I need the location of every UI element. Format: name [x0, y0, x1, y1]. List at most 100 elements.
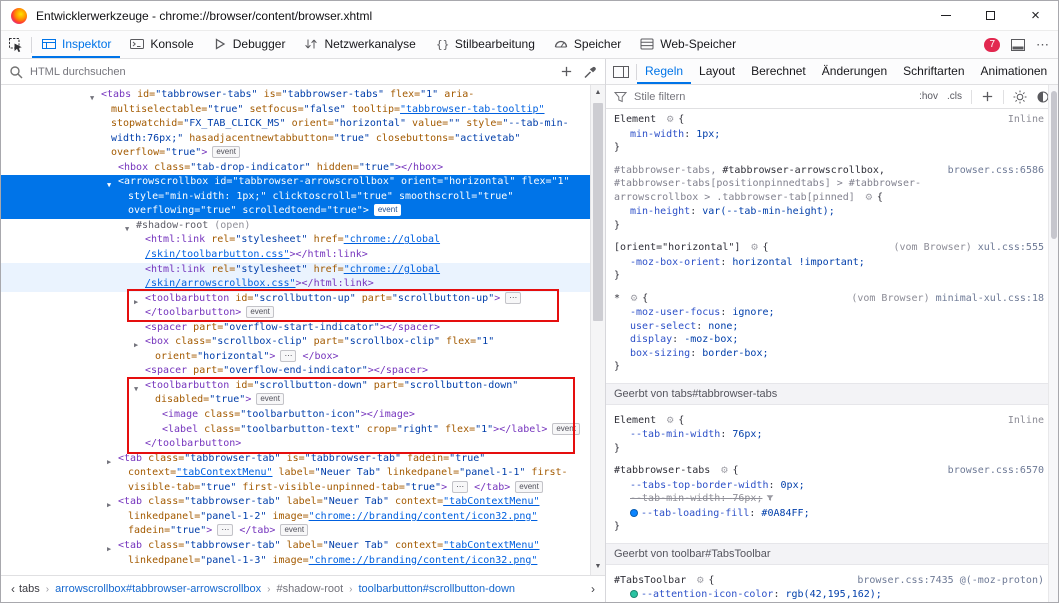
markup-line[interactable]: overflow="true">event [1, 146, 590, 161]
css-declaration[interactable]: --tab-min-width: 76px; [614, 492, 1048, 507]
rules-list[interactable]: Element ⚙{Inlinemin-width: 1px;} #tabbrow… [606, 109, 1048, 602]
close-button[interactable]: × [1013, 1, 1058, 31]
css-rule[interactable]: #TabsToolbar ⚙{browser.css:7435 @(-moz-p… [614, 574, 1048, 603]
event-badge[interactable]: event [515, 481, 543, 493]
sidebar-tab-regeln[interactable]: Regeln [637, 59, 691, 84]
more-nodes-badge[interactable]: ⋯ [280, 350, 296, 362]
sidebar-tab-layout[interactable]: Layout [691, 59, 743, 84]
css-declaration[interactable]: -moz-box-orient: horizontal !important; [614, 256, 1048, 270]
markup-line[interactable]: <hbox class="tab-drop-indicator" hidden=… [1, 161, 590, 176]
sidebar-tab-berechnet[interactable]: Berechnet [743, 59, 814, 84]
scroll-up-arrow-icon[interactable]: ▲ [591, 86, 605, 100]
markup-line[interactable]: style="min-width: 1px;" clicktoscroll="t… [1, 190, 590, 205]
markup-line[interactable]: visible-tab="true" first-visible-unpinne… [1, 481, 590, 496]
maximize-button[interactable] [968, 1, 1013, 31]
markup-line[interactable]: <html:link rel="stylesheet" href="chrome… [1, 263, 590, 278]
markup-line[interactable]: <spacer part="overflow-end-indicator"></… [1, 364, 590, 379]
markup-line[interactable]: </toolbarbutton>event [1, 306, 590, 321]
markup-line[interactable]: ▶<toolbarbutton id="scrollbutton-up" par… [1, 292, 590, 307]
class-toggle[interactable]: .cls [947, 91, 962, 102]
css-declaration[interactable]: display: -moz-box; [614, 333, 1048, 347]
markup-line[interactable]: overflowing="true" scrolledtoend="true">… [1, 204, 590, 219]
style-filter-input[interactable]: Stile filtern [634, 91, 912, 103]
more-nodes-badge[interactable]: ⋯ [505, 292, 521, 304]
split-console-icon[interactable] [1010, 37, 1026, 53]
add-rule-button[interactable] [981, 90, 994, 103]
scrollbar-thumb[interactable] [593, 103, 603, 321]
markup-search-bar[interactable]: HTML durchsuchen [1, 59, 605, 85]
gear-icon[interactable]: ⚙ [666, 416, 674, 426]
tab-debugger[interactable]: Debugger [203, 31, 295, 58]
css-declaration[interactable]: --tabs-top-border-width: 0px; [614, 479, 1048, 493]
event-badge[interactable]: event [374, 204, 402, 216]
gear-icon[interactable]: ⚙ [666, 115, 674, 125]
markup-line[interactable]: fadein="true">⋯ </tab>event [1, 524, 590, 539]
css-declaration[interactable]: min-width: 1px; [614, 128, 1048, 142]
node-picker-button[interactable] [1, 31, 31, 58]
markup-view[interactable]: ▼<tabs id="tabbrowser-tabs" is="tabbrows… [1, 85, 590, 575]
sidebar-tab-änderungen[interactable]: Änderungen [814, 59, 895, 84]
css-rule[interactable]: #tabbrowser-tabs ⚙{browser.css:6570--tab… [614, 464, 1048, 534]
markup-line[interactable]: <label class="toolbarbutton-text" crop="… [1, 423, 590, 438]
markup-line[interactable]: orient="horizontal">⋯ </box> [1, 350, 590, 365]
markup-line[interactable]: stopwatchid="FX_TAB_CLICK_MS" orient="ho… [1, 117, 590, 132]
css-declaration[interactable]: min-height: var(--tab-min-height); [614, 205, 1048, 219]
markup-line[interactable]: ▶<tab class="tabbrowser-tab" is="tabbrow… [1, 452, 590, 467]
markup-line[interactable]: ▼<tabs id="tabbrowser-tabs" is="tabbrows… [1, 88, 590, 103]
event-badge[interactable]: event [212, 146, 240, 158]
css-rule[interactable]: #tabbrowser-tabs, #tabbrowser-arrowscrol… [614, 164, 1048, 233]
css-declaration[interactable]: user-select: none; [614, 320, 1048, 334]
eyedropper-button[interactable] [583, 65, 597, 79]
markup-line[interactable]: ▶<box class="scrollbox-clip" part="scrol… [1, 335, 590, 350]
css-rule[interactable]: * ⚙{(vom Browser) minimal-xul.css:18-moz… [614, 292, 1048, 374]
css-declaration[interactable]: --tab-min-width: 76px; [614, 428, 1048, 442]
breadcrumb-item[interactable]: #shadow-root [277, 583, 344, 595]
error-count-badge[interactable]: 7 [984, 38, 1000, 52]
css-declaration[interactable]: box-sizing: border-box; [614, 347, 1048, 361]
gear-icon[interactable]: ⚙ [720, 466, 728, 476]
search-input[interactable]: HTML durchsuchen [30, 66, 553, 78]
more-nodes-badge[interactable]: ⋯ [217, 524, 233, 536]
tab-konsole[interactable]: Konsole [120, 31, 202, 58]
sidebar-tab-schriftarten[interactable]: Schriftarten [895, 59, 972, 84]
sidebar-tab-animationen[interactable]: Animationen [973, 59, 1056, 84]
markup-line[interactable]: ▶<tab class="tabbrowser-tab" label="Neue… [1, 495, 590, 510]
breadcrumb-scroll-right[interactable]: › [587, 582, 599, 596]
css-rule[interactable]: Element ⚙{Inline--tab-min-width: 76px;} [614, 414, 1048, 456]
color-swatch[interactable] [630, 509, 638, 517]
three-pane-toggle-button[interactable] [606, 59, 636, 84]
markup-line[interactable]: /skin/toolbarbutton.css"></html:link> [1, 248, 590, 263]
markup-line[interactable]: ▼<toolbarbutton id="scrollbutton-down" p… [1, 379, 590, 394]
css-rule[interactable]: Element ⚙{Inlinemin-width: 1px;} [614, 113, 1048, 155]
css-declaration[interactable]: -moz-user-focus: ignore; [614, 306, 1048, 320]
stylesheet-link[interactable]: browser.css:6586 [948, 165, 1044, 176]
tab-web-speicher[interactable]: Web-Speicher [630, 31, 745, 58]
color-swatch[interactable] [630, 590, 638, 598]
markup-line[interactable]: linkedpanel="panel-1-3" image="chrome://… [1, 554, 590, 569]
markup-line[interactable]: </toolbarbutton> [1, 437, 590, 452]
stylesheet-link[interactable]: browser.css:7435 [857, 575, 953, 586]
stylesheet-link[interactable]: minimal-xul.css:18 [936, 293, 1044, 304]
pseudo-class-toggle[interactable]: :hov [919, 91, 938, 102]
markup-line[interactable]: width:76px;" hasadjacentnewtabbutton="tr… [1, 132, 590, 147]
minimize-button[interactable] [923, 1, 968, 31]
markup-line[interactable]: ▼#shadow-root (open) [1, 219, 590, 234]
markup-line[interactable]: <spacer part="overflow-start-indicator">… [1, 321, 590, 336]
gear-icon[interactable]: ⚙ [750, 243, 758, 253]
markup-line[interactable]: <html:link rel="stylesheet" href="chrome… [1, 233, 590, 248]
markup-line[interactable]: ▼<arrowscrollbox id="tabbrowser-arrowscr… [1, 175, 590, 190]
css-declaration[interactable]: --tab-loading-fill: #0A84FF; [614, 507, 1048, 521]
stylesheet-link[interactable]: xul.css:555 [978, 242, 1044, 253]
css-declaration[interactable]: --attention-icon-color: rgb(42,195,162); [614, 588, 1048, 602]
rules-scrollbar[interactable] [1048, 85, 1058, 602]
markup-line[interactable]: disabled="true">event [1, 393, 590, 408]
more-nodes-badge[interactable]: ⋯ [452, 481, 468, 493]
tab-stilbearbeitung[interactable]: {}Stilbearbeitung [425, 31, 544, 58]
event-badge[interactable]: event [246, 306, 274, 318]
gear-icon[interactable]: ⚙ [696, 576, 704, 586]
breadcrumb-item[interactable]: tabs [19, 583, 40, 595]
rules-scrollbar-thumb[interactable] [1051, 91, 1057, 239]
stylesheet-link[interactable]: browser.css:6570 [948, 465, 1044, 476]
light-scheme-icon[interactable] [1013, 90, 1027, 104]
tab-netzwerkanalyse[interactable]: Netzwerkanalyse [294, 31, 424, 58]
